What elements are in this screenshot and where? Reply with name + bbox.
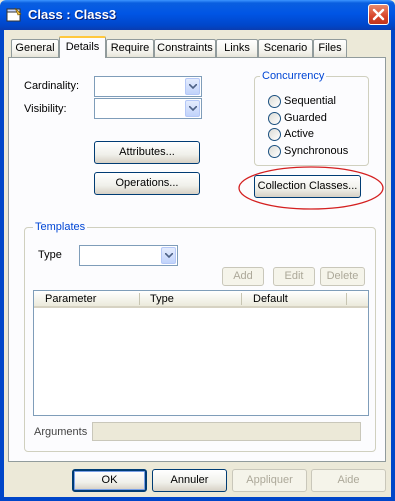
highlight-ellipse <box>238 166 384 210</box>
tab-links[interactable]: Links <box>216 39 258 57</box>
column-parameter[interactable]: Parameter <box>45 292 96 307</box>
chevron-down-icon <box>189 106 197 111</box>
edit-button[interactable]: Edit <box>273 267 315 286</box>
chevron-down-icon <box>189 84 197 89</box>
template-type-dropdown-button[interactable] <box>161 247 176 264</box>
window-frame-bottom <box>0 497 395 501</box>
window-frame-right <box>391 30 395 501</box>
radio-active[interactable] <box>268 128 281 141</box>
arguments-label: Arguments <box>34 426 88 438</box>
cardinality-label: Cardinality: <box>24 80 80 92</box>
radio-active-label: Active <box>284 128 314 140</box>
cardinality-combo[interactable] <box>94 76 202 97</box>
visibility-label: Visibility: <box>24 103 67 115</box>
help-button[interactable]: Aide <box>311 469 386 492</box>
chevron-down-icon <box>165 253 173 258</box>
radio-guarded-label: Guarded <box>284 112 327 124</box>
add-button[interactable]: Add <box>222 267 264 286</box>
class-diagram-icon <box>6 7 22 22</box>
tab-scenario[interactable]: Scenario <box>258 39 313 57</box>
column-type[interactable]: Type <box>150 292 174 307</box>
cancel-button[interactable]: Annuler <box>152 469 227 492</box>
tab-general[interactable]: General <box>11 39 59 57</box>
radio-sequential-label: Sequential <box>284 95 336 107</box>
column-separator[interactable] <box>139 293 140 305</box>
tab-constraints[interactable]: Constraints <box>154 39 216 57</box>
attributes-button[interactable]: Attributes... <box>94 141 200 164</box>
tab-details[interactable]: Details <box>59 36 106 58</box>
apply-button[interactable]: Appliquer <box>232 469 307 492</box>
delete-button[interactable]: Delete <box>320 267 365 286</box>
window-title: Class : Class3 <box>28 7 117 22</box>
visibility-combo[interactable] <box>94 98 202 119</box>
tab-files[interactable]: Files <box>313 39 347 57</box>
cardinality-dropdown-button[interactable] <box>185 78 200 95</box>
arguments-field[interactable] <box>92 422 361 441</box>
template-type-combo[interactable] <box>79 245 178 266</box>
ok-button[interactable]: OK <box>72 469 147 492</box>
radio-sequential[interactable] <box>268 95 281 108</box>
column-default[interactable]: Default <box>253 292 288 307</box>
column-separator[interactable] <box>346 293 347 305</box>
close-button[interactable] <box>368 4 389 25</box>
column-separator[interactable] <box>241 293 242 305</box>
radio-synchronous[interactable] <box>268 145 281 158</box>
operations-button[interactable]: Operations... <box>94 172 200 195</box>
window-frame-left <box>0 30 4 501</box>
template-parameters-table[interactable] <box>33 290 369 416</box>
template-type-label: Type <box>38 249 62 261</box>
visibility-dropdown-button[interactable] <box>185 100 200 117</box>
templates-legend: Templates <box>33 221 88 233</box>
concurrency-legend: Concurrency <box>260 70 327 82</box>
radio-guarded[interactable] <box>268 112 281 125</box>
tab-require[interactable]: Require <box>106 39 154 57</box>
radio-synchronous-label: Synchronous <box>284 145 349 157</box>
close-icon <box>372 8 385 21</box>
